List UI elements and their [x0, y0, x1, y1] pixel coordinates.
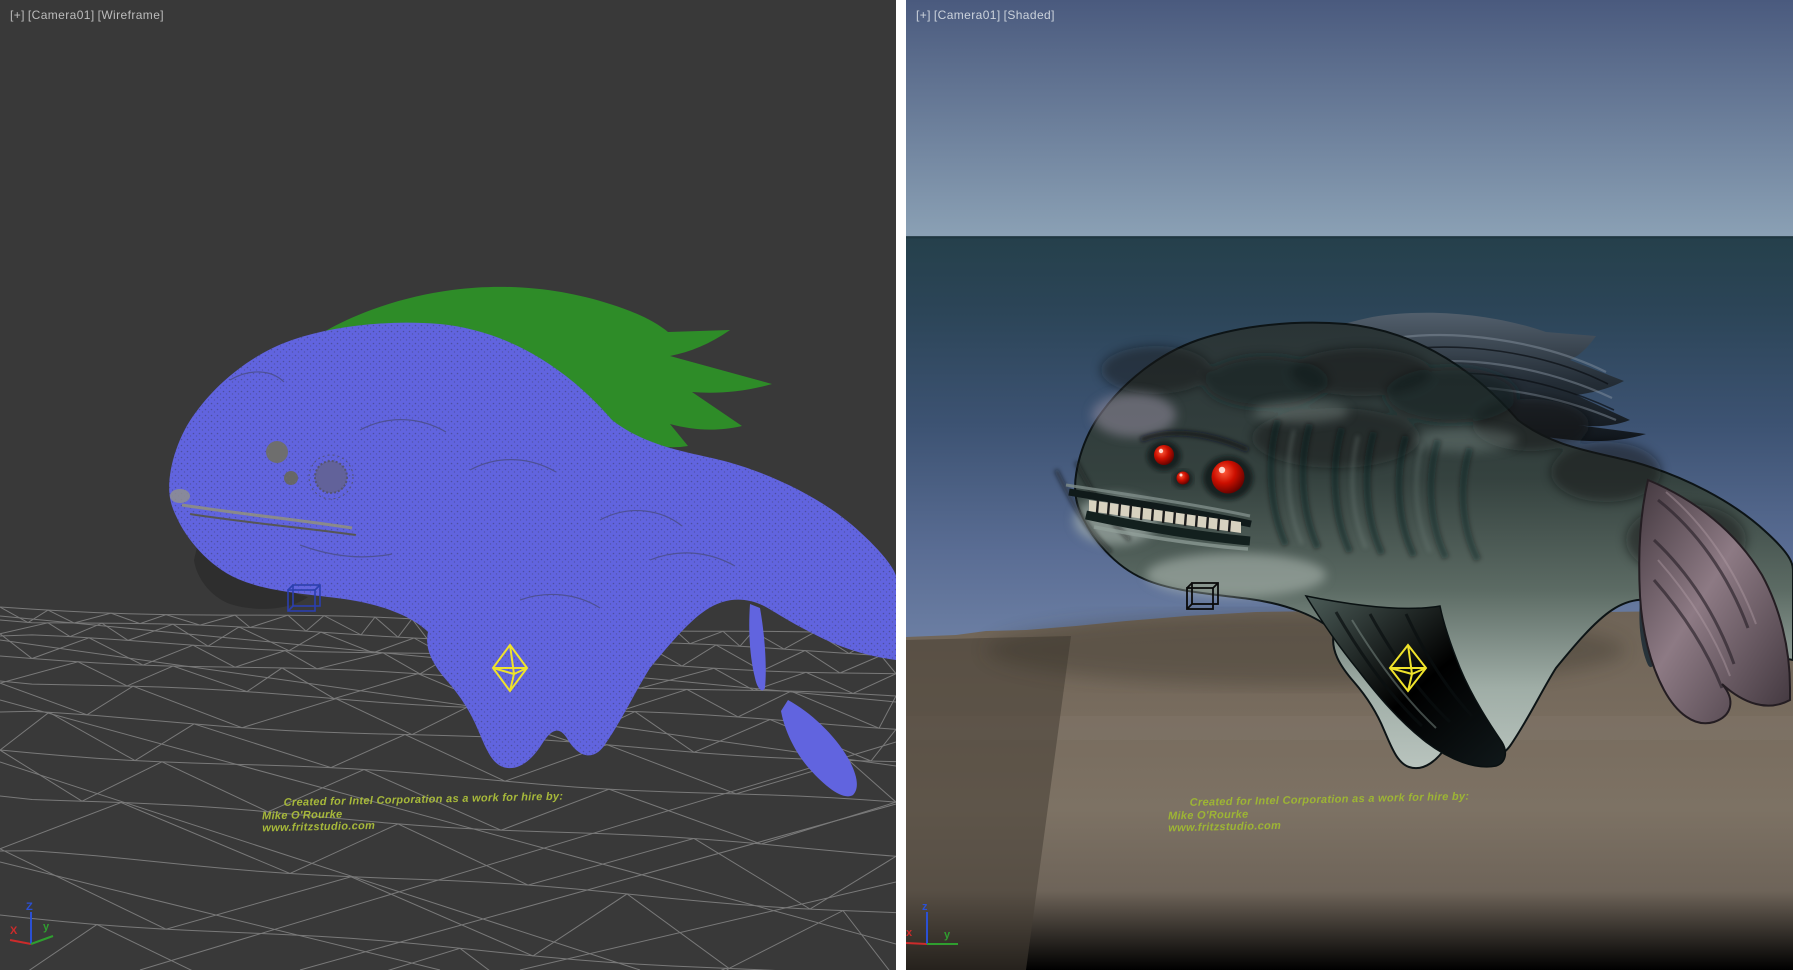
axis-y-label: y	[944, 929, 951, 941]
viewport-shading-menu[interactable]: [Wireframe]	[98, 8, 164, 22]
dual-viewport-window: [+][Camera01][Wireframe] Created for Int…	[0, 0, 1800, 978]
axis-z-label: Z	[26, 901, 33, 913]
axis-x-label: X	[10, 925, 18, 937]
attribution-text: Created for Intel Corporation as a work …	[1168, 791, 1470, 835]
viewport-shaded[interactable]: [+][Camera01][Shaded] Created for Intel …	[906, 0, 1793, 970]
axis-x-label: x	[906, 927, 913, 939]
viewport-general-menu[interactable]: [+]	[10, 8, 25, 22]
axis-z-label: z	[922, 901, 928, 913]
sky	[906, 0, 1793, 238]
fish-body-wireframe[interactable]	[169, 323, 896, 797]
horizon-line	[906, 236, 1793, 239]
viewport-label-left: [+][Camera01][Wireframe]	[10, 8, 167, 22]
viewport-label-right: [+][Camera01][Shaded]	[916, 8, 1058, 22]
attribution-text: Created for Intel Corporation as a work …	[262, 791, 564, 835]
nose-tip	[170, 489, 190, 503]
axis-y-label: y	[43, 921, 50, 933]
viewport-pov-menu[interactable]: [Camera01]	[934, 8, 1001, 22]
axis-tripod: x z y	[906, 900, 976, 960]
viewport-general-menu[interactable]: [+]	[916, 8, 931, 22]
viewport-shading-menu[interactable]: [Shaded]	[1004, 8, 1055, 22]
viewport-wireframe[interactable]: [+][Camera01][Wireframe] Created for Int…	[0, 0, 896, 970]
axis-tripod: X Z y	[2, 900, 72, 960]
viewport-pov-menu[interactable]: [Camera01]	[28, 8, 95, 22]
viewport-splitter[interactable]	[896, 0, 906, 970]
